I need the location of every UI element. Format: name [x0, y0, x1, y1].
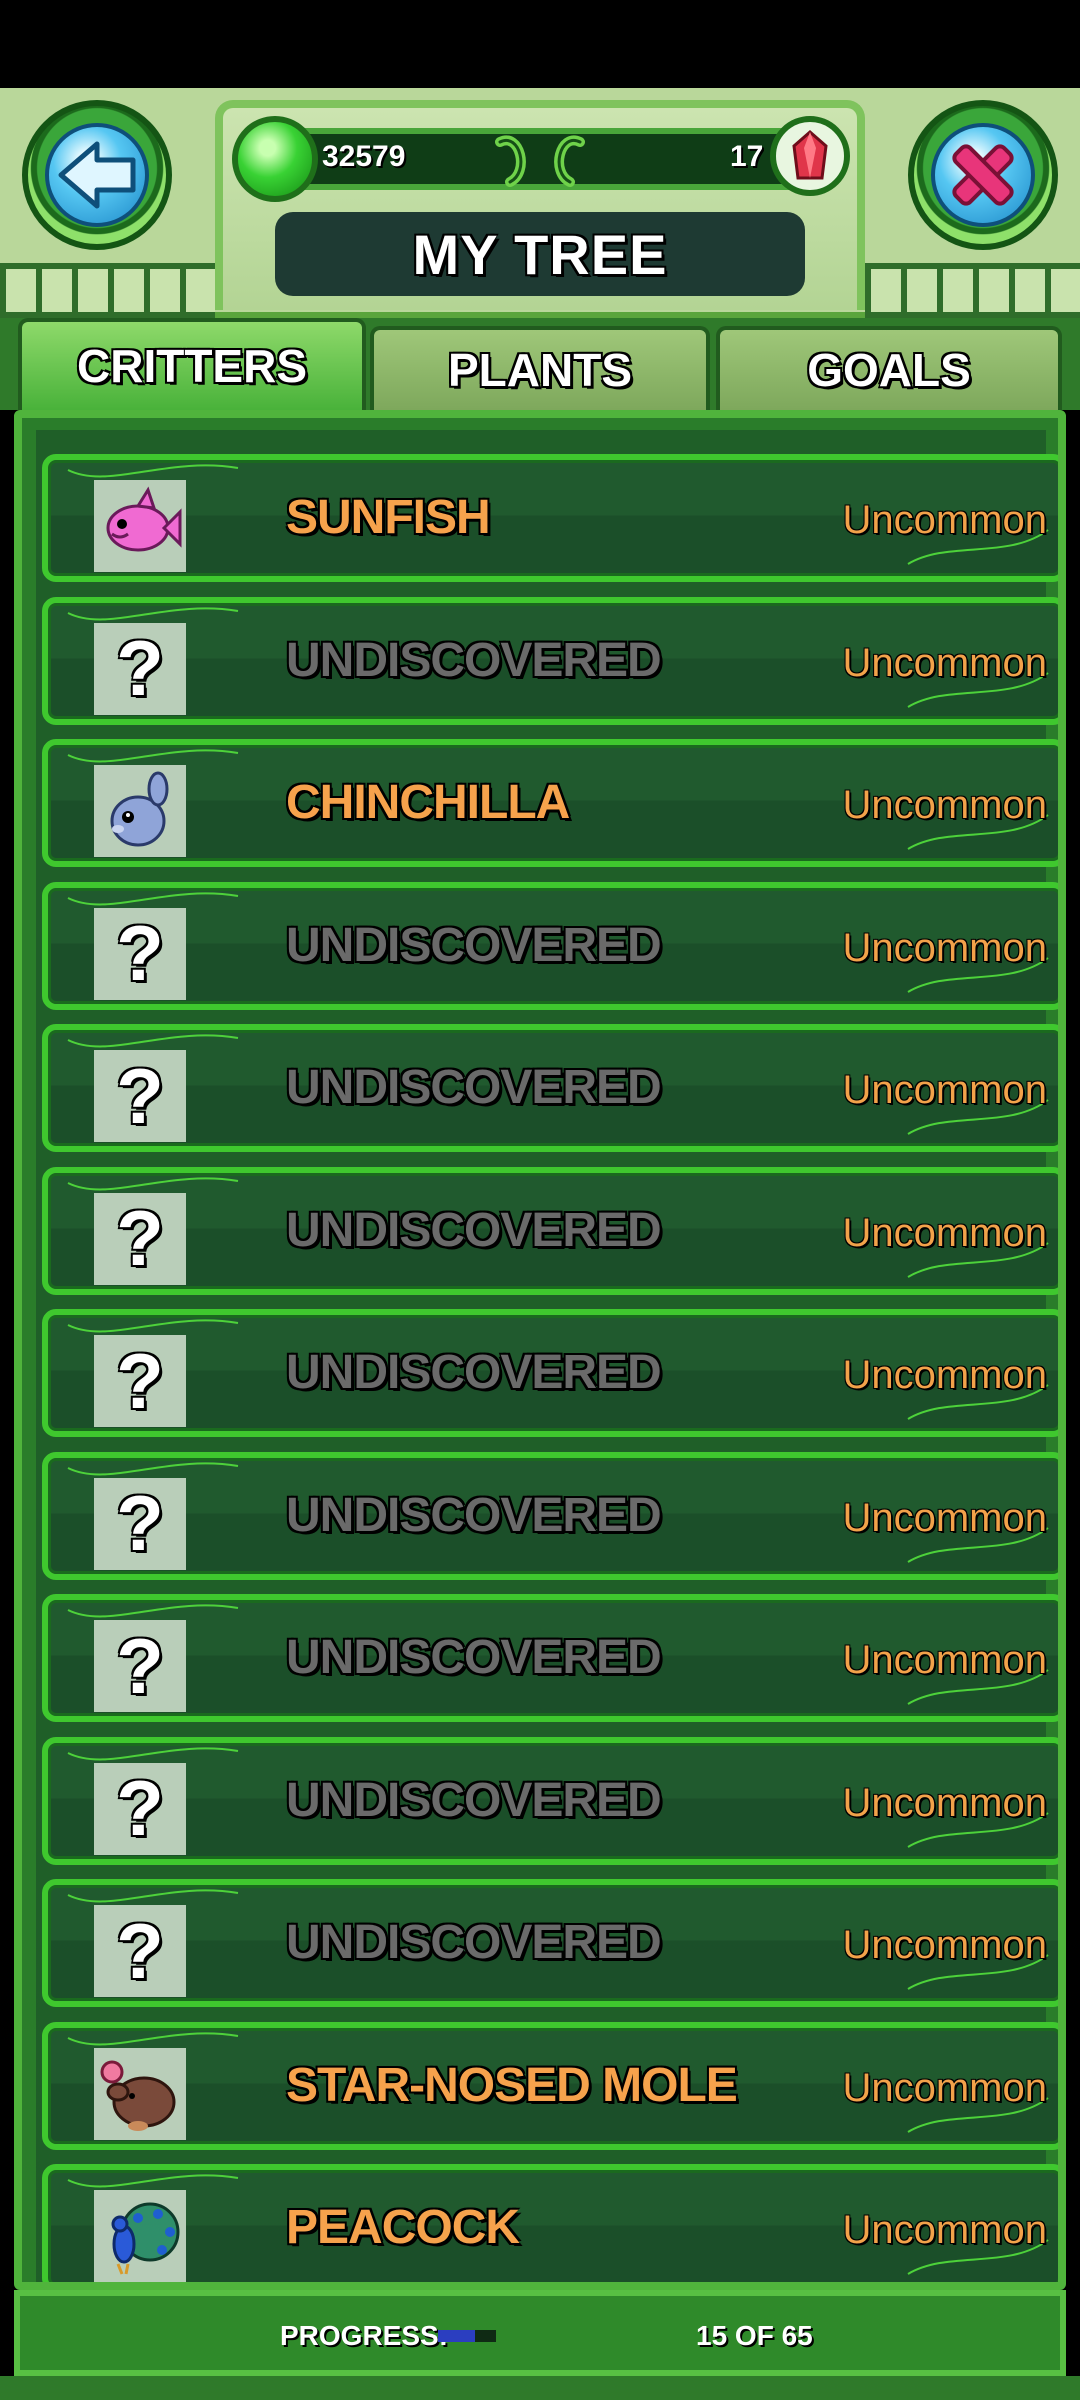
question-mark-glyph: ?	[116, 909, 164, 997]
close-x-icon	[952, 144, 1014, 206]
critter-name: UNDISCOVERED	[286, 1773, 662, 1827]
tab-bar: CRITTERS PLANTS GOALS	[0, 318, 1080, 410]
critter-rarity: Uncommon	[842, 498, 1047, 542]
back-button[interactable]	[22, 100, 172, 250]
question-mark-icon: ?	[94, 1620, 186, 1712]
critter-name: UNDISCOVERED	[286, 1061, 662, 1114]
green-currency-amount: 32579	[322, 140, 406, 173]
back-arrow-icon	[58, 141, 136, 209]
fence-decoration	[865, 263, 1080, 318]
question-mark-glyph: ?	[116, 1479, 164, 1567]
critter-rarity: Uncommon	[842, 1495, 1047, 1540]
critter-name: STAR-NOSED MOLE	[286, 2058, 738, 2112]
critter-rarity: Uncommon	[842, 1638, 1047, 1682]
list-item[interactable]: ? UNDISCOVERED Uncommon	[42, 596, 1058, 725]
tab-goals[interactable]: GOALS	[716, 326, 1062, 410]
question-mark-glyph: ?	[116, 1051, 164, 1140]
critter-list-panel[interactable]: SUNFISH Uncommon? UNDISCOVERED Uncommon CHIN…	[14, 410, 1066, 2290]
critter-rarity: Uncommon	[842, 1780, 1047, 1825]
list-item[interactable]: ? UNDISCOVERED Uncommon	[42, 1879, 1058, 2007]
question-mark-icon: ?	[94, 622, 186, 715]
chinchilla-icon	[94, 765, 186, 857]
critter-name: UNDISCOVERED	[286, 1631, 662, 1684]
fence-decoration	[0, 263, 215, 318]
critter-name: UNDISCOVERED	[286, 1916, 662, 1969]
question-mark-glyph: ?	[116, 1621, 164, 1710]
vine-ornament-icon	[495, 135, 585, 187]
red-currency-amount: 17	[730, 140, 764, 173]
list-item[interactable]: PEACOCK Uncommon	[42, 2164, 1058, 2282]
question-mark-glyph: ?	[116, 1764, 164, 1852]
question-mark-icon: ?	[94, 1050, 186, 1142]
list-item[interactable]: STAR-NOSED MOLE Uncommon	[42, 2021, 1058, 2150]
progress-bar-fill	[438, 2330, 476, 2342]
question-mark-glyph: ?	[116, 1336, 164, 1425]
critter-name: UNDISCOVERED	[286, 1488, 662, 1542]
list-item[interactable]: ? UNDISCOVERED Uncommon	[42, 881, 1058, 1010]
list-item[interactable]: CHINCHILLA Uncommon	[42, 739, 1058, 867]
list-item[interactable]: SUNFISH Uncommon	[42, 454, 1058, 582]
critter-name: UNDISCOVERED	[286, 633, 662, 687]
status-bar	[0, 0, 1080, 88]
critter-rarity: Uncommon	[842, 783, 1047, 827]
red-crystal-icon	[770, 116, 850, 196]
progress-label: PROGRESS:	[280, 2320, 449, 2351]
critter-name: CHINCHILLA	[286, 776, 570, 829]
critter-rarity: Uncommon	[842, 2065, 1047, 2110]
critter-name: PEACOCK	[286, 2201, 520, 2254]
green-gem-icon	[232, 116, 318, 202]
tab-goals-label: GOALS	[807, 344, 971, 396]
critter-rarity: Uncommon	[842, 1923, 1047, 1967]
tab-plants-label: PLANTS	[448, 344, 632, 396]
critter-name: SUNFISH	[286, 491, 491, 544]
critter-name: UNDISCOVERED	[286, 1203, 662, 1257]
sunfish-icon	[94, 480, 186, 572]
question-mark-glyph: ?	[116, 1194, 164, 1282]
peacock-icon	[94, 2190, 186, 2282]
question-mark-icon: ?	[94, 1905, 186, 1997]
title-plate: MY TREE	[275, 212, 805, 296]
question-mark-icon: ?	[94, 907, 186, 1000]
critter-name: UNDISCOVERED	[286, 1346, 662, 1399]
critter-rarity: Uncommon	[842, 1068, 1047, 1112]
critter-rarity: Uncommon	[842, 1210, 1047, 1255]
list-item[interactable]: ? UNDISCOVERED Uncommon	[42, 1166, 1058, 1295]
page-title: MY TREE	[412, 222, 668, 286]
question-mark-glyph: ?	[116, 1906, 164, 1995]
critter-rarity: Uncommon	[842, 925, 1047, 970]
tab-plants[interactable]: PLANTS	[370, 326, 710, 410]
list-item[interactable]: ? UNDISCOVERED Uncommon	[42, 1024, 1058, 1152]
progress-footer: PROGRESS: 15 OF 65	[14, 2290, 1066, 2376]
critter-rarity: Uncommon	[842, 2208, 1047, 2252]
list-item[interactable]: ? UNDISCOVERED Uncommon	[42, 1309, 1058, 1437]
list-item[interactable]: ? UNDISCOVERED Uncommon	[42, 1594, 1058, 1722]
critter-rarity: Uncommon	[842, 640, 1047, 685]
tab-critters-label: CRITTERS	[77, 340, 307, 392]
progress-bar	[438, 2330, 496, 2342]
critter-name: UNDISCOVERED	[286, 918, 662, 972]
question-mark-icon: ?	[94, 1335, 186, 1427]
star-nosed-mole-icon	[94, 2047, 186, 2140]
bottom-strip	[0, 2376, 1080, 2400]
question-mark-icon: ?	[94, 1192, 186, 1285]
close-button[interactable]	[908, 100, 1058, 250]
question-mark-glyph: ?	[116, 624, 164, 712]
progress-count: 15 OF 65	[696, 2320, 813, 2351]
list-item[interactable]: ? UNDISCOVERED Uncommon	[42, 1451, 1058, 1580]
question-mark-icon: ?	[94, 1477, 186, 1570]
question-mark-icon: ?	[94, 1762, 186, 1855]
critter-rarity: Uncommon	[842, 1353, 1047, 1397]
tab-critters[interactable]: CRITTERS	[18, 318, 366, 410]
list-item[interactable]: ? UNDISCOVERED Uncommon	[42, 1736, 1058, 1865]
